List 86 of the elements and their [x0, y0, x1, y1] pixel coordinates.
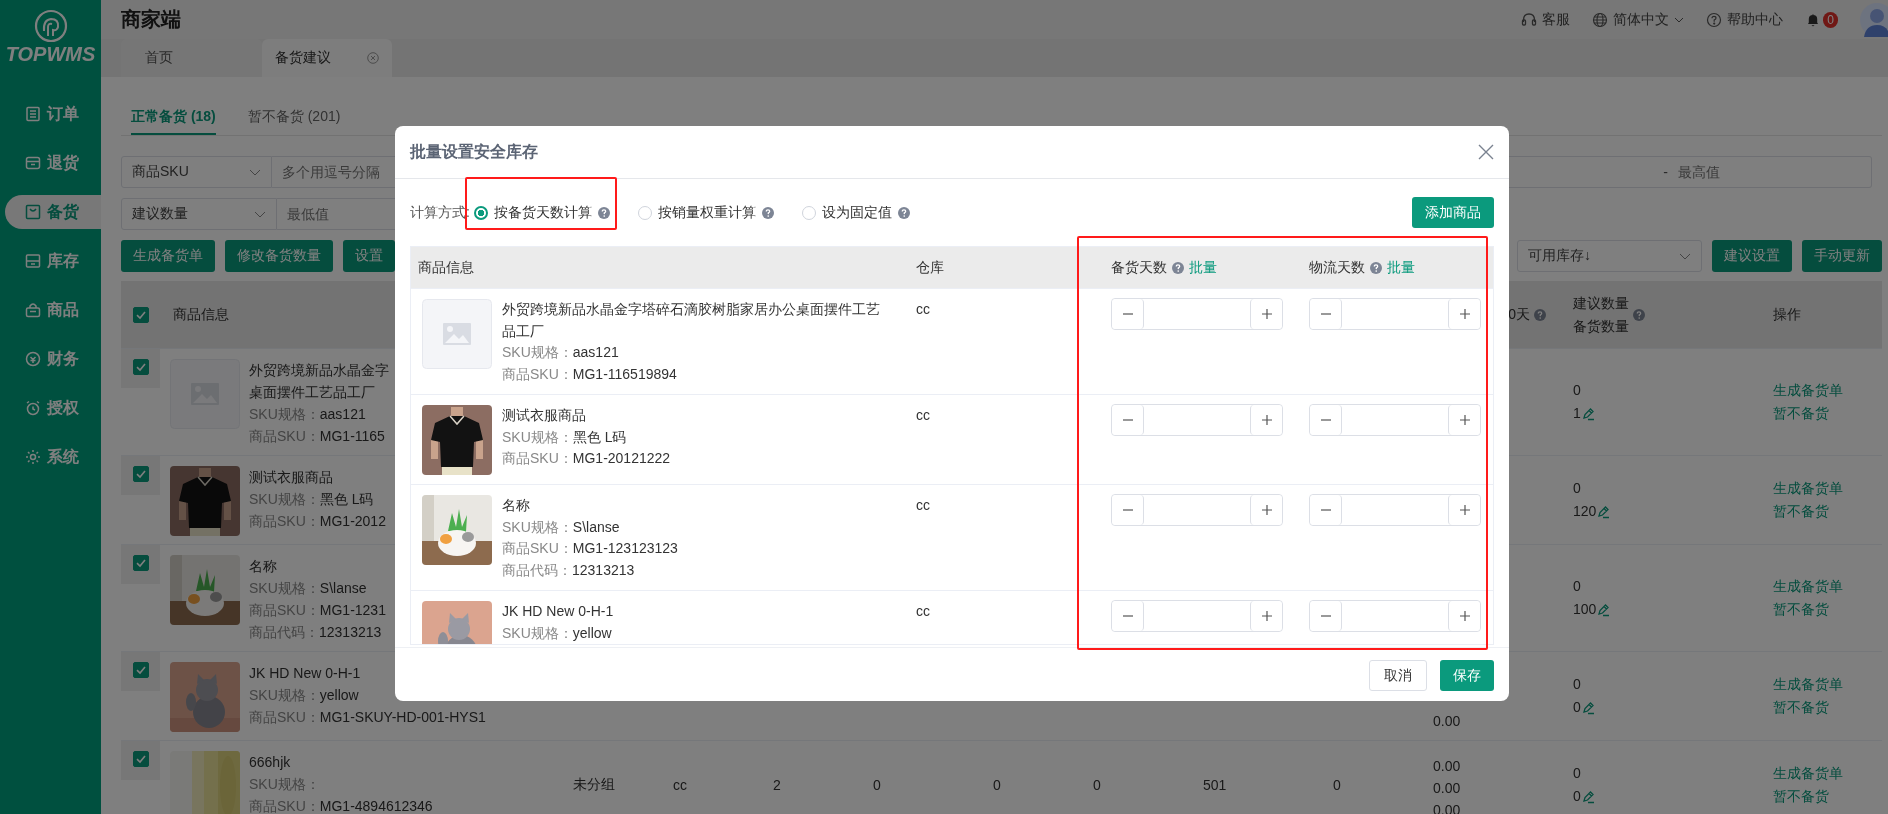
brand-name: TOPWMS	[5, 43, 96, 65]
product-name: 名称	[249, 557, 278, 576]
field-label: SKU规格：	[249, 687, 320, 703]
field-label: SKU规格：	[502, 344, 573, 360]
field-value: aas121	[572, 344, 619, 360]
table-cell-text: cc	[916, 496, 930, 515]
field-value: MG1-116519894	[572, 365, 677, 382]
notification-badge: 0	[1823, 11, 1838, 28]
column-header: 物流天数	[1309, 258, 1365, 277]
column-header: 0天	[1508, 305, 1530, 324]
field-value: yellow	[319, 687, 359, 703]
field-label: 商品代码：	[249, 624, 319, 640]
column-header: 商品信息	[173, 305, 229, 324]
table-cell: 未分组	[573, 776, 615, 794]
table-cell-text: 0	[1573, 698, 1581, 717]
column-header: 建议数量	[1573, 293, 1629, 313]
table-cell-text: 0	[1573, 764, 1582, 783]
field-value: MG1-SKUY-HD-001-HYS1	[319, 709, 486, 725]
field-label: SKU规格：	[502, 428, 573, 445]
field-label: 商品SKU：	[249, 513, 320, 529]
table-cell-text: 0	[1573, 479, 1582, 498]
table-cell-text: 0.00	[1433, 712, 1461, 731]
field-value: 12313213	[572, 561, 635, 578]
table-cell-text: 0	[1573, 381, 1582, 400]
table-cell: cc	[673, 777, 687, 793]
table-cell: 0	[1093, 777, 1101, 793]
table-cell: 501	[1203, 777, 1227, 793]
product-name: 666hjk	[249, 753, 292, 772]
column-header: 仓库	[916, 258, 944, 277]
column-header: 操作	[1773, 305, 1801, 324]
method-label: 计算方式:	[410, 203, 470, 222]
table-cell-text: 0.00	[1433, 757, 1461, 776]
table-cell-text: 0	[1573, 675, 1582, 694]
field-value: MG1-1165	[319, 428, 385, 444]
field-value: MG1-4894612346	[319, 798, 433, 814]
table-cell-text: cc	[916, 602, 930, 621]
field-value: S\lanse	[319, 580, 367, 596]
table-cell: 2	[773, 777, 781, 793]
table-cell: 0	[993, 777, 1001, 793]
table-cell-text: 0.00	[1433, 779, 1461, 798]
field-value: MG1-2012	[319, 513, 386, 529]
app-title: 商家端	[121, 7, 181, 32]
field-label: SKU规格：	[502, 518, 573, 535]
field-value: MG1-20121222	[572, 450, 671, 466]
field-value: aas121	[319, 406, 366, 422]
field-value: yellow	[572, 624, 612, 641]
field-label: 商品SKU：	[502, 365, 573, 382]
product-name: JK HD New 0-H-1	[249, 664, 362, 683]
product-name: 名称	[502, 496, 531, 515]
product-name: 测试衣服商品	[249, 468, 334, 487]
product-name: 桌面摆件工艺品工厂	[249, 383, 376, 402]
field-value: MG1-1231	[319, 602, 386, 618]
field-label: 商品SKU：	[502, 540, 573, 556]
column-header: 商品信息	[418, 258, 474, 277]
field-label: 商品SKU：	[249, 428, 320, 444]
table-cell-text: 120	[1573, 502, 1597, 521]
table-cell-text: 0	[1573, 787, 1581, 806]
product-name: 测试衣服商品	[502, 406, 587, 425]
column-header: 备货天数	[1111, 258, 1167, 277]
field-label: 商品SKU：	[249, 798, 320, 814]
field-label: 商品SKU：	[502, 450, 573, 466]
field-label: SKU规格：	[249, 491, 320, 507]
table-cell-text: cc	[916, 406, 930, 425]
product-name: JK HD New 0-H-1	[502, 602, 615, 621]
field-label: SKU规格：	[249, 580, 320, 596]
table-cell-text: 0	[1573, 577, 1582, 596]
field-value: 黑色 L码	[319, 491, 374, 507]
field-label: 商品SKU：	[249, 602, 320, 618]
field-label: 商品SKU：	[249, 709, 320, 725]
field-label: 商品代码：	[502, 561, 572, 578]
table-cell-text: 100	[1573, 600, 1597, 619]
field-label: SKU规格：	[249, 776, 320, 792]
table-cell: 0	[873, 777, 881, 793]
dialog-title: 批量设置安全库存	[410, 141, 538, 162]
field-label: SKU规格：	[249, 406, 320, 422]
product-name: 外贸跨境新品水晶金字	[249, 361, 389, 380]
table-cell-text: cc	[916, 300, 930, 319]
field-value: 12313213	[319, 624, 382, 640]
field-value: S\lanse	[572, 518, 620, 535]
field-label: SKU规格：	[502, 624, 573, 641]
table-cell-text: 1	[1573, 404, 1581, 423]
range-separator: -	[1663, 164, 1668, 180]
table-cell: 0	[1333, 777, 1341, 793]
field-value: 黑色 L码	[572, 428, 627, 445]
field-value: MG1-123123123	[572, 540, 678, 556]
column-header: 备货数量	[1573, 316, 1629, 336]
